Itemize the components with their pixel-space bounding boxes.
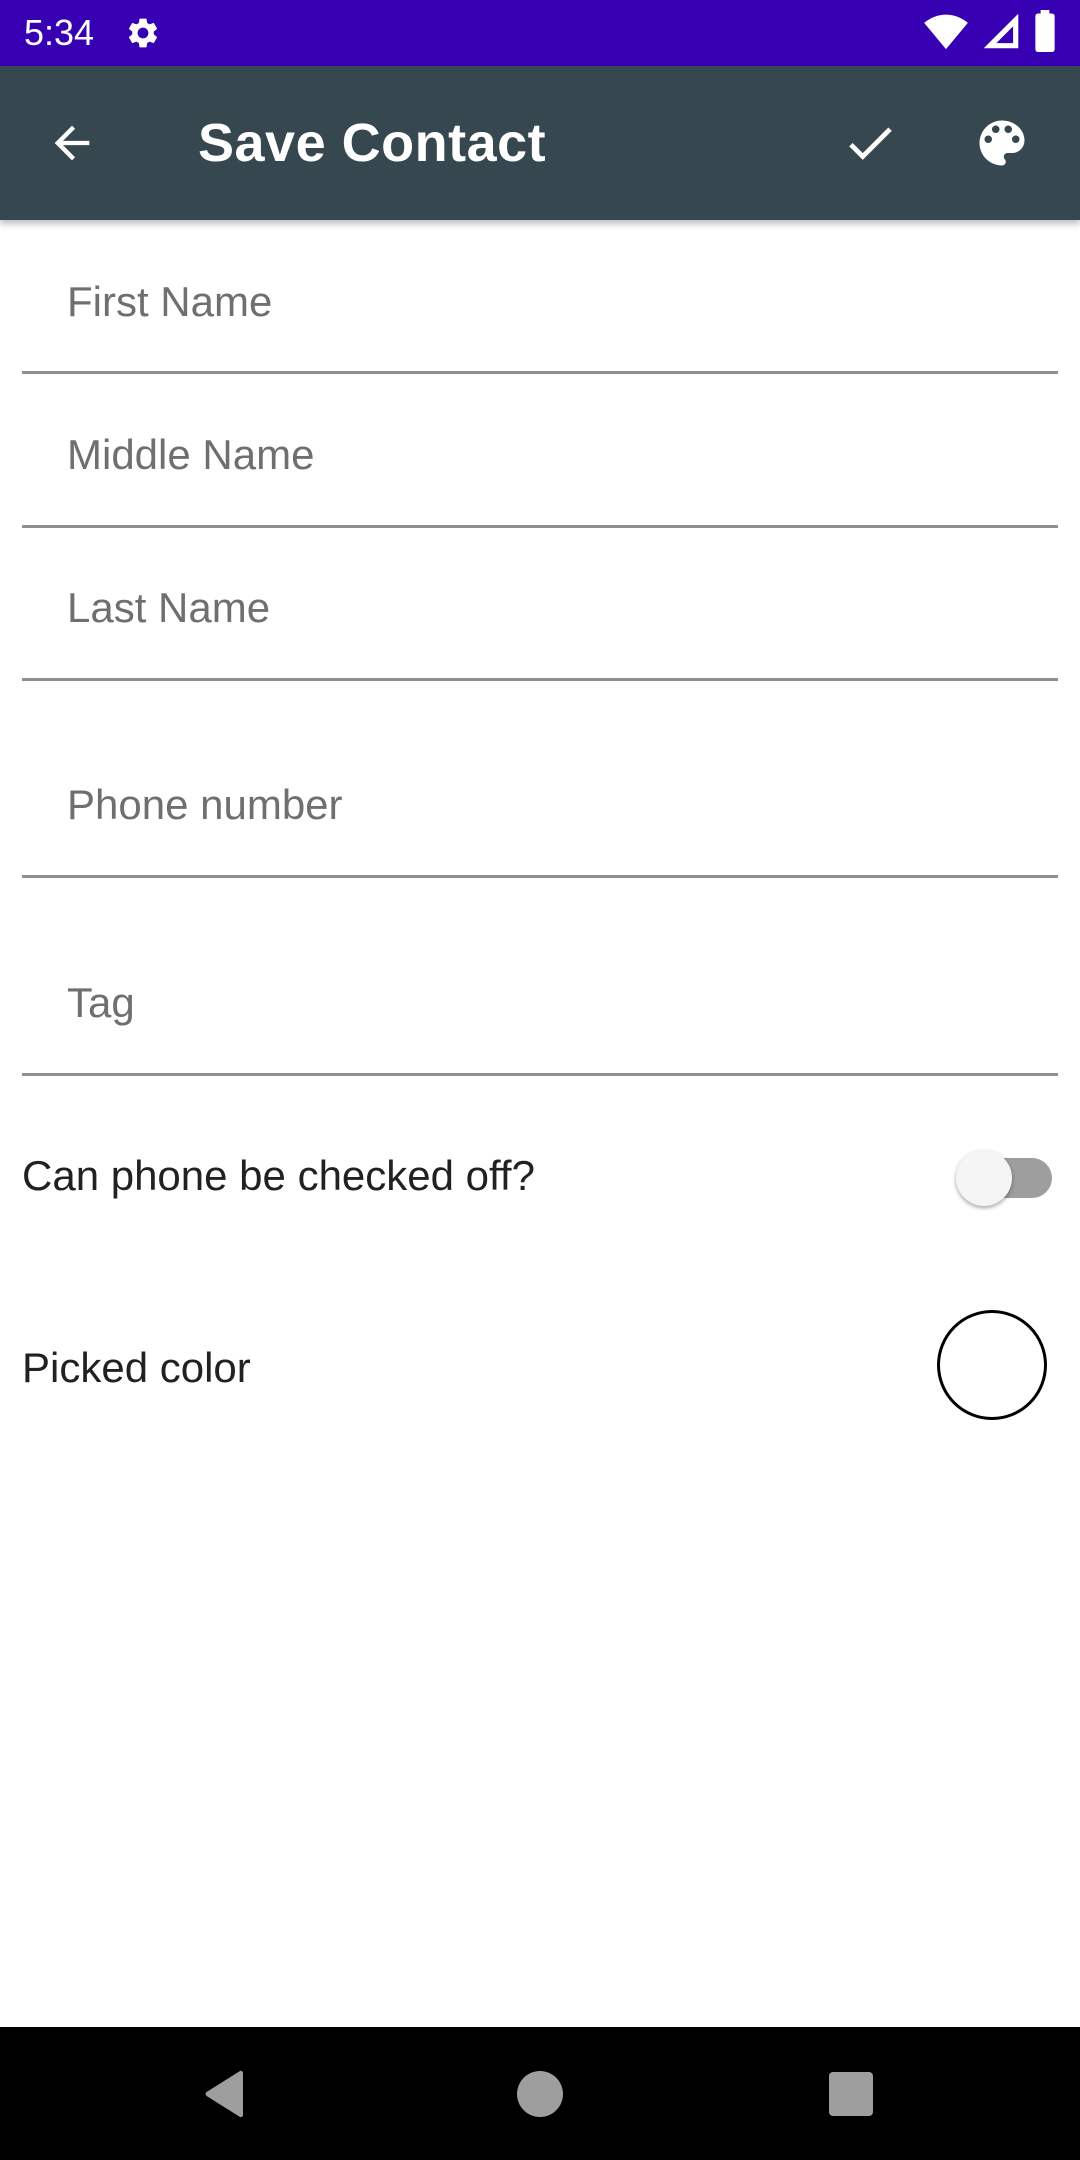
page-title: Save Contact [198,113,547,173]
status-time: 5:34 [24,12,95,53]
nav-back-icon [205,2070,243,2118]
last-name-input[interactable] [22,538,1058,678]
palette-icon [979,120,1025,166]
status-bar: 5:34 [0,0,1080,66]
picked-color-swatch[interactable] [937,1310,1047,1420]
check-icon [849,127,892,160]
status-icons [924,10,1056,56]
save-contact-screen: 5:34 Save Contact First Name Middle Name… [0,0,1080,2160]
save-button[interactable] [836,109,904,177]
back-button[interactable] [38,109,106,177]
navigation-bar [0,2027,1080,2160]
wifi-icon [924,11,968,55]
nav-home-icon[interactable] [517,2071,563,2117]
battery-icon [1034,10,1056,56]
phone-number-field [22,735,1058,878]
middle-name-field [22,385,1058,528]
tag-input[interactable] [22,933,1058,1073]
middle-name-input[interactable] [22,385,1058,525]
gear-icon [124,14,162,52]
arrow-back-icon [54,125,90,161]
first-name-input[interactable] [22,232,1058,371]
phone-number-input[interactable] [22,735,1058,875]
tag-field [22,933,1058,1076]
first-name-field [22,232,1058,374]
toggle-thumb [956,1150,1012,1206]
checkoff-toggle[interactable] [956,1150,1052,1206]
app-bar: Save Contact [0,66,1080,220]
checkoff-toggle-label: Can phone be checked off? [22,1152,535,1199]
last-name-field [22,538,1058,681]
nav-recents-icon[interactable] [829,2072,873,2116]
picked-color-label: Picked color [22,1344,251,1391]
palette-button[interactable] [968,109,1036,177]
cellular-signal-icon [982,11,1020,55]
nav-back-button[interactable] [200,2069,250,2119]
